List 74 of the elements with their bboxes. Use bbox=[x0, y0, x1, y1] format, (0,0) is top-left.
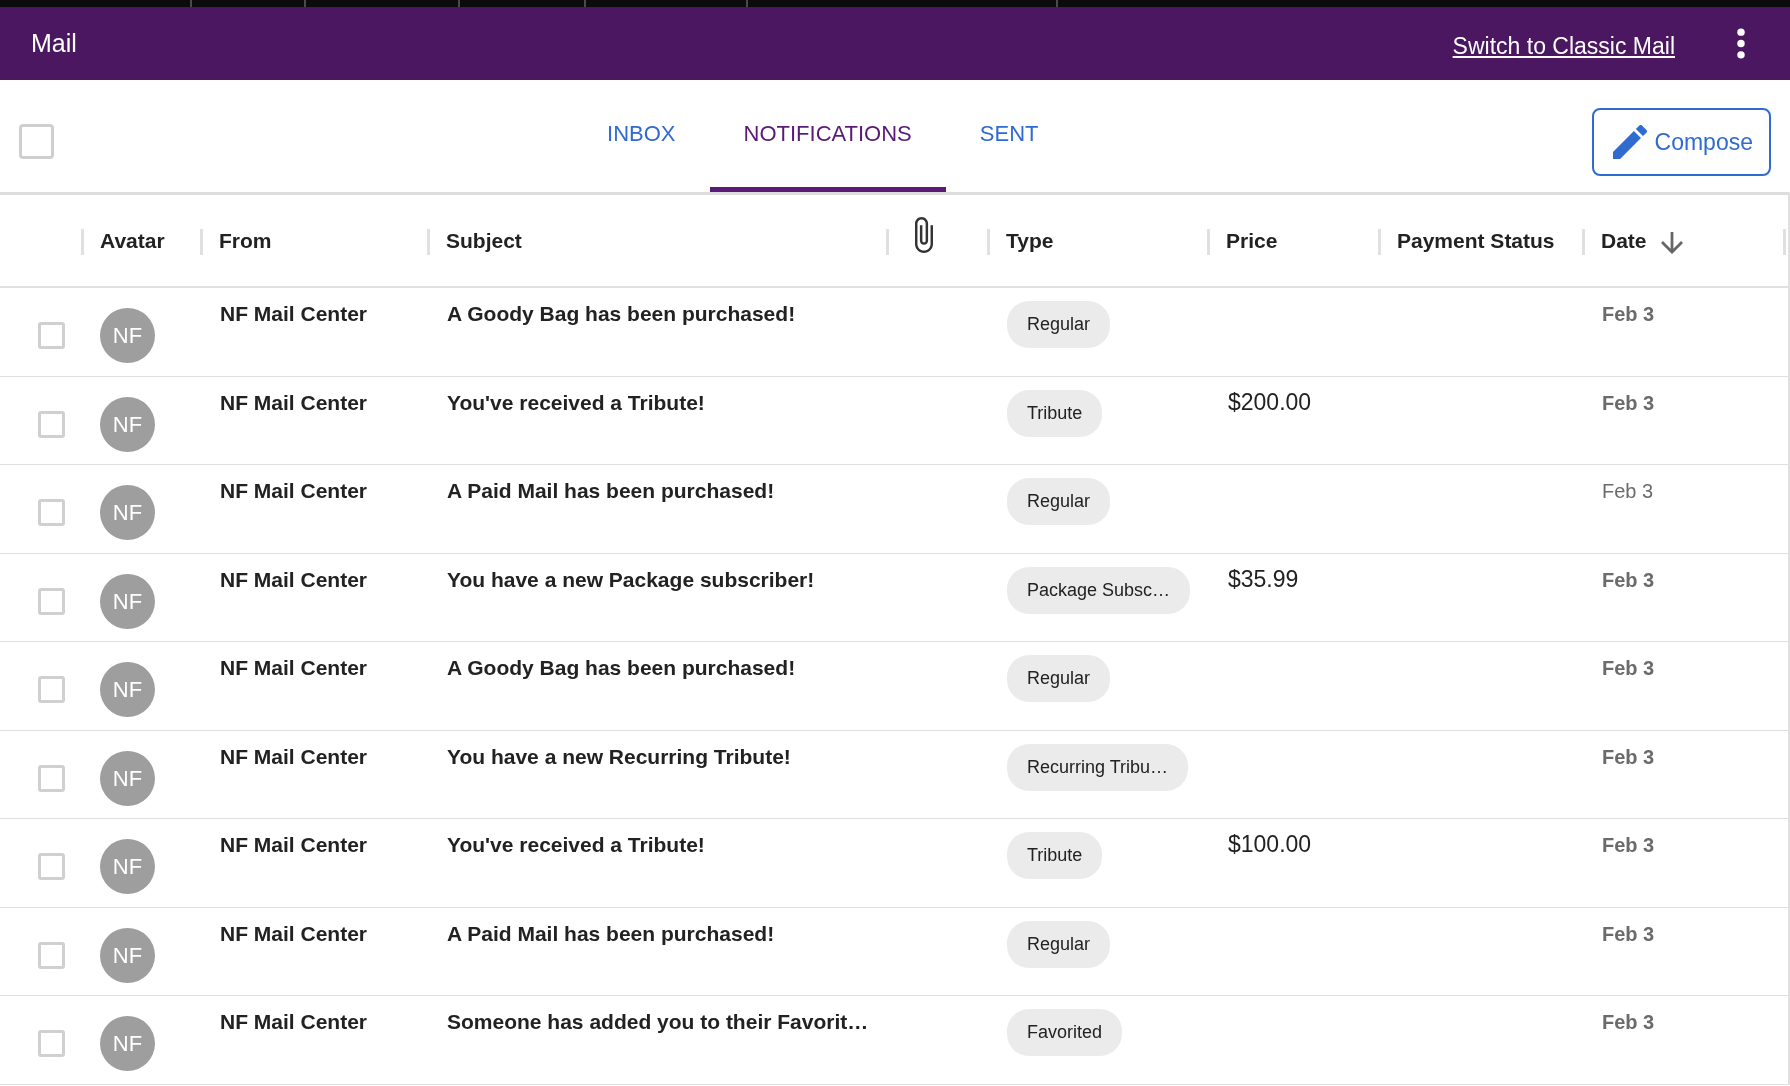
type-tag: Package Subsc… bbox=[1007, 566, 1191, 614]
select-all-checkbox[interactable] bbox=[19, 124, 54, 159]
date-text: Feb 3 bbox=[1602, 568, 1655, 591]
price-text: $100.00 bbox=[1228, 831, 1312, 857]
avatar: NF bbox=[100, 485, 155, 540]
compose-button[interactable]: Compose bbox=[1591, 108, 1771, 176]
row-checkbox[interactable] bbox=[38, 941, 65, 969]
sender-name: NF Mail Center bbox=[220, 656, 368, 679]
type-tag: Regular bbox=[1007, 301, 1111, 348]
date-text: Feb 3 bbox=[1602, 922, 1655, 945]
row-checkbox[interactable] bbox=[38, 1030, 65, 1057]
date-text: Feb 3 bbox=[1602, 1011, 1655, 1033]
date-text: Feb 3 bbox=[1602, 834, 1655, 856]
more-button[interactable] bbox=[1735, 28, 1747, 59]
date-text: Feb 3 bbox=[1602, 303, 1655, 325]
subject-text: You have a new Package subscriber! bbox=[447, 567, 815, 591]
sender-name: NF Mail Center bbox=[220, 479, 368, 502]
subject-text: You've received a Tribute! bbox=[447, 833, 705, 856]
type-tag: Regular bbox=[1007, 920, 1111, 968]
type-tag: Favorited bbox=[1007, 1009, 1123, 1056]
row-checkbox[interactable] bbox=[38, 764, 65, 792]
date-text: Feb 3 bbox=[1602, 391, 1655, 414]
row-checkbox[interactable] bbox=[38, 853, 65, 880]
avatar: NF bbox=[100, 750, 155, 806]
sender-name: NF Mail Center bbox=[220, 390, 368, 414]
pencil-icon bbox=[1612, 125, 1647, 159]
subject-text: A Paid Mail has been purchased! bbox=[447, 479, 775, 502]
price-text: $35.99 bbox=[1228, 565, 1299, 592]
mail-tab[interactable]: INBOX bbox=[573, 80, 710, 192]
avatar: NF bbox=[100, 839, 155, 894]
type-tag: Tribute bbox=[1007, 389, 1103, 437]
avatar: NF bbox=[100, 927, 155, 983]
sender-name: NF Mail Center bbox=[220, 567, 368, 591]
subject-text: A Paid Mail has been purchased! bbox=[447, 921, 775, 945]
sender-name: NF Mail Center bbox=[220, 833, 368, 856]
avatar: NF bbox=[100, 308, 155, 363]
subject-text: A Goody Bag has been purchased! bbox=[447, 656, 796, 679]
subject-text: You have a new Recurring Tribute! bbox=[447, 744, 791, 768]
more-vertical-icon bbox=[1735, 28, 1747, 59]
sender-name: NF Mail Center bbox=[220, 744, 368, 768]
row-checkbox[interactable] bbox=[38, 587, 65, 615]
app-title: Mail bbox=[31, 27, 77, 58]
price-text: $200.00 bbox=[1228, 388, 1312, 415]
avatar: NF bbox=[100, 573, 155, 629]
type-tag: Recurring Tribu… bbox=[1007, 743, 1189, 791]
date-text: Feb 3 bbox=[1602, 745, 1655, 768]
date-text: Feb 3 bbox=[1602, 480, 1654, 502]
column-header[interactable]: Date bbox=[1601, 224, 1647, 257]
column-header[interactable]: From bbox=[219, 224, 272, 257]
classic-mail-link[interactable]: Switch to Classic Mail bbox=[1452, 29, 1675, 64]
sender-name: NF Mail Center bbox=[220, 1010, 368, 1033]
column-header[interactable]: Payment Status bbox=[1397, 224, 1555, 257]
date-text: Feb 3 bbox=[1602, 657, 1655, 679]
type-tag: Regular bbox=[1007, 478, 1111, 525]
column-header[interactable]: Type bbox=[1006, 224, 1054, 257]
row-checkbox[interactable] bbox=[38, 676, 65, 703]
mail-tab[interactable]: NOTIFICATIONS bbox=[709, 80, 946, 192]
column-header[interactable]: Avatar bbox=[100, 224, 165, 257]
column-header[interactable]: Subject bbox=[446, 224, 522, 257]
avatar: NF bbox=[100, 396, 155, 452]
subject-text: Someone has added you to their Favorit… bbox=[447, 1010, 869, 1033]
type-tag: Tribute bbox=[1007, 832, 1103, 879]
subject-text: A Goody Bag has been purchased! bbox=[447, 302, 796, 325]
column-header[interactable]: Price bbox=[1226, 224, 1278, 257]
sender-name: NF Mail Center bbox=[220, 921, 368, 945]
avatar: NF bbox=[100, 662, 155, 717]
row-checkbox[interactable] bbox=[38, 410, 65, 438]
row-checkbox[interactable] bbox=[38, 322, 65, 349]
mail-tab[interactable]: SENT bbox=[945, 80, 1073, 192]
sender-name: NF Mail Center bbox=[220, 302, 368, 325]
type-tag: Regular bbox=[1007, 655, 1111, 702]
avatar: NF bbox=[100, 1016, 155, 1071]
subject-text: You've received a Tribute! bbox=[447, 390, 705, 414]
row-checkbox[interactable] bbox=[38, 499, 65, 526]
